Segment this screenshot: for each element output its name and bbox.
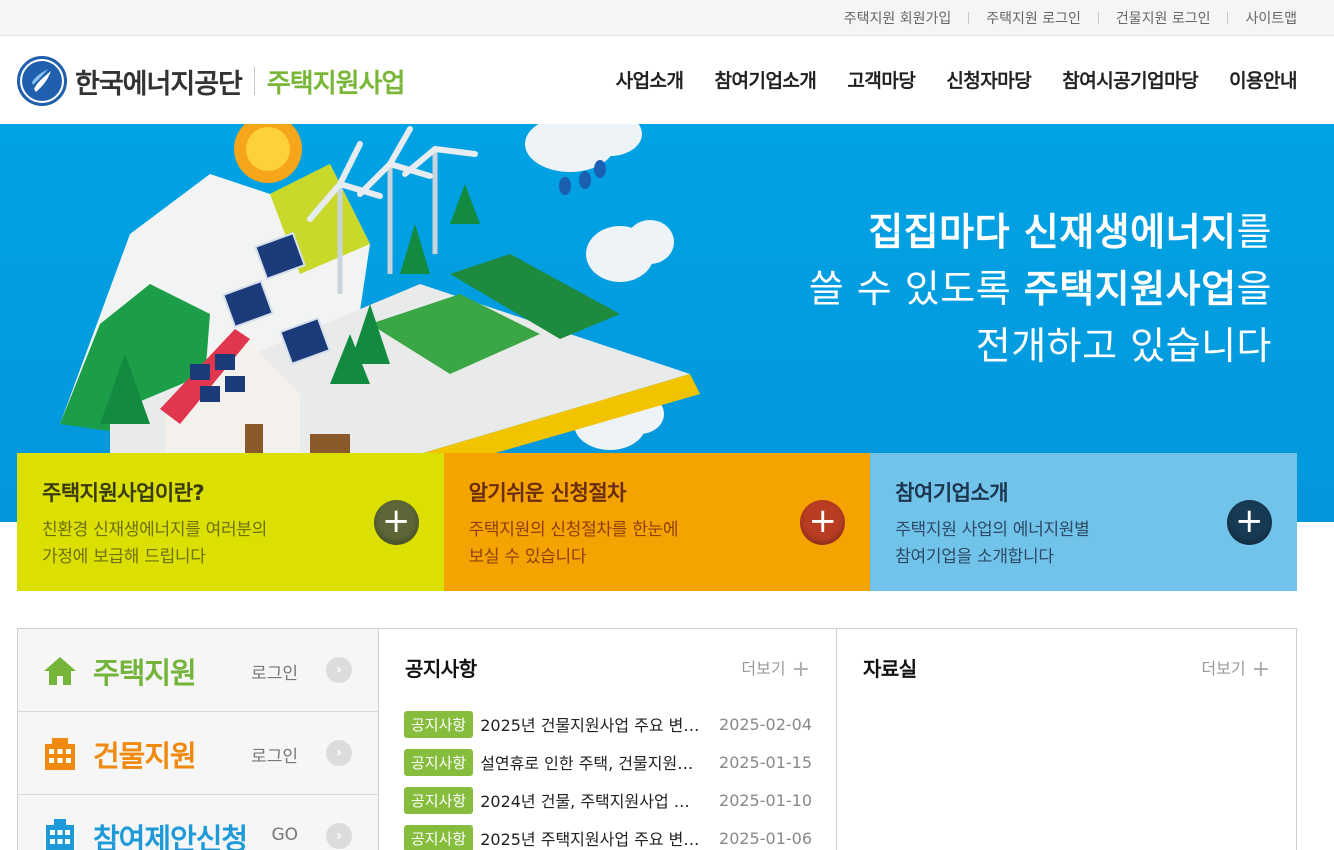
quick-box-program-intro[interactable]: 주택지원사업이란? 친환경 신재생에너지를 여러분의가정에 보급해 드립니다 + (17, 453, 444, 591)
hero-line-2-bold: 주택지원사업 (1023, 267, 1237, 311)
notice-badge: 공지사항 (404, 710, 474, 738)
plus-icon[interactable]: + (1226, 500, 1272, 545)
quick-box-title: 참여기업소개 (895, 481, 1009, 505)
logo-org-name: 한국에너지공단 (75, 68, 243, 100)
util-link-building-login[interactable]: 건물지원 로그인 (1081, 8, 1211, 28)
arrow-right-icon[interactable]: › (326, 823, 352, 849)
notice-badge: 공지사항 (404, 786, 474, 814)
shortcut-house-support[interactable]: 주택지원 로그인 › (18, 629, 378, 712)
archive-more-link[interactable]: 더보기 + (1201, 655, 1270, 682)
plus-icon[interactable]: + (373, 500, 419, 545)
hero-line-2-pre: 쓸 수 있도록 (808, 267, 1024, 311)
notice-board: 공지사항 더보기 + 공지사항 2025년 건물지원사업 주요 변경사항 2025… (379, 629, 837, 850)
list-item[interactable]: 공지사항 2025년 주택지원사업 주요 변경사항 2025-01-06 (404, 819, 812, 850)
list-item[interactable]: 공지사항 2024년 건물, 주택지원사업 안내 2025-01-10 (404, 781, 812, 819)
notice-title: 공지사항 (405, 657, 477, 681)
shortcut-participation-proposal[interactable]: 참여제안신청 GO › (18, 795, 378, 850)
notice-list: 공지사항 2025년 건물지원사업 주요 변경사항 2025-02-04 공지사… (404, 705, 812, 850)
archive-title: 자료실 (863, 657, 917, 681)
main-nav: 사업소개 참여기업소개 고객마당 신청자마당 참여시공기업마당 이용안내 (585, 66, 1298, 93)
notice-item-date: 2025-01-06 (719, 828, 812, 848)
login-shortcuts: 주택지원 로그인 › 건물지원 로그인 › 참여제안신청 GO › (18, 629, 379, 850)
archive-board: 자료실 더보기 + (837, 629, 1296, 850)
quick-box-desc-line-2: 참여기업을 소개합니다 (895, 547, 1054, 567)
shortcut-action[interactable]: 로그인 (251, 659, 298, 684)
shortcut-title: 건물지원 (93, 739, 197, 773)
hero-headline: 집집마다 신재생에너지를 쓸 수 있도록 주택지원사업을 전개하고 있습니다 (809, 204, 1272, 375)
utility-links: 주택지원 회원가입 주택지원 로그인 건물지원 로그인 사이트맵 (844, 0, 1297, 36)
hero-line-3: 전개하고 있습니다 (975, 324, 1272, 368)
quick-box-desc-line-1: 주택지원 사업의 에너지원별 (895, 520, 1090, 540)
logo-program-name: 주택지원사업 (266, 68, 406, 99)
quick-links: 주택지원사업이란? 친환경 신재생에너지를 여러분의가정에 보급해 드립니다 +… (17, 453, 1297, 591)
notice-item-date: 2025-01-10 (719, 790, 812, 810)
bottom-section: 주택지원 로그인 › 건물지원 로그인 › 참여제안신청 GO › 공지사항 더… (17, 628, 1297, 850)
arrow-right-icon[interactable]: › (326, 740, 352, 766)
notice-badge: 공지사항 (404, 824, 474, 850)
nav-item-customer[interactable]: 고객마당 (847, 66, 915, 93)
notice-item-title[interactable]: 설연휴로 인한 주택, 건물지원사업 안내 (480, 750, 702, 774)
plus-icon[interactable]: + (800, 500, 846, 545)
utility-bar: 주택지원 회원가입 주택지원 로그인 건물지원 로그인 사이트맵 (0, 0, 1334, 36)
shortcut-action[interactable]: 로그인 (251, 742, 298, 767)
notice-more-link[interactable]: 더보기 + (741, 655, 810, 682)
util-link-house-signup[interactable]: 주택지원 회원가입 (844, 8, 952, 28)
renewable-energy-illustration (60, 124, 700, 454)
quick-box-desc: 친환경 신재생에너지를 여러분의가정에 보급해 드립니다 (42, 517, 419, 571)
shortcut-title: 주택지원 (93, 656, 197, 690)
nav-item-business[interactable]: 사업소개 (616, 66, 684, 93)
nav-item-guide[interactable]: 이용안내 (1229, 66, 1297, 93)
util-link-sitemap[interactable]: 사이트맵 (1210, 8, 1297, 28)
hero-line-2: 쓸 수 있도록 주택지원사업을 (809, 261, 1272, 318)
logo-divider (253, 67, 255, 95)
notice-more-label: 더보기 (741, 659, 786, 678)
util-link-house-login[interactable]: 주택지원 로그인 (951, 8, 1081, 28)
shortcut-title: 참여제안신청 (93, 822, 248, 850)
quick-box-desc-line-2: 보실 수 있습니다 (468, 547, 587, 567)
quick-box-desc: 주택지원의 신청절차를 한눈에보실 수 있습니다 (469, 517, 846, 571)
notice-item-date: 2025-01-15 (719, 752, 812, 772)
nav-item-companies[interactable]: 참여기업소개 (715, 66, 817, 93)
archive-more-label: 더보기 (1201, 659, 1246, 678)
site-logo[interactable]: 한국에너지공단 주택지원사업 (17, 55, 406, 107)
quick-box-desc-line-2: 가정에 보급해 드립니다 (42, 547, 206, 567)
quick-box-desc-line-1: 친환경 신재생에너지를 여러분의 (42, 520, 267, 540)
nav-item-contractor[interactable]: 참여시공기업마당 (1062, 66, 1198, 93)
quick-box-desc-line-1: 주택지원의 신청절차를 한눈에 (468, 520, 679, 540)
quick-box-participating-companies[interactable]: 참여기업소개 주택지원 사업의 에너지원별참여기업을 소개합니다 + (870, 453, 1297, 591)
nav-item-applicant[interactable]: 신청자마당 (946, 66, 1031, 93)
notice-badge: 공지사항 (404, 748, 474, 776)
hero-line-2-rest: 을 (1236, 267, 1272, 311)
plus-icon: + (1251, 657, 1270, 682)
list-item[interactable]: 공지사항 설연휴로 인한 주택, 건물지원사업 안내 2025-01-15 (404, 743, 812, 781)
shortcut-building-support[interactable]: 건물지원 로그인 › (18, 712, 378, 795)
shortcut-action[interactable]: GO (271, 825, 298, 845)
office-building-icon (46, 819, 74, 850)
plus-icon: + (791, 657, 810, 682)
quick-box-desc: 주택지원 사업의 에너지원별참여기업을 소개합니다 (895, 517, 1272, 571)
notice-item-title[interactable]: 2024년 건물, 주택지원사업 안내 (480, 788, 702, 812)
notice-item-date: 2025-02-04 (719, 714, 812, 734)
quick-box-title: 알기쉬운 신청절차 (468, 481, 627, 505)
notice-item-title[interactable]: 2025년 건물지원사업 주요 변경사항 (480, 712, 702, 736)
site-header: 한국에너지공단 주택지원사업 사업소개 참여기업소개 고객마당 신청자마당 참여… (0, 36, 1334, 124)
house-icon (44, 657, 76, 685)
hero-line-1: 집집마다 신재생에너지를 (809, 204, 1272, 261)
notice-item-title[interactable]: 2025년 주택지원사업 주요 변경사항 (480, 826, 702, 850)
list-item[interactable]: 공지사항 2025년 건물지원사업 주요 변경사항 2025-02-04 (404, 705, 812, 743)
hero-line-1-bold: 집집마다 신재생에너지 (868, 210, 1237, 254)
kea-logo-icon (17, 56, 67, 106)
quick-box-application-procedure[interactable]: 알기쉬운 신청절차 주택지원의 신청절차를 한눈에보실 수 있습니다 + (443, 453, 871, 591)
quick-box-title: 주택지원사업이란? (42, 481, 205, 505)
arrow-right-icon[interactable]: › (326, 657, 352, 683)
hero-line-1-rest: 를 (1236, 210, 1272, 254)
building-icon (45, 738, 75, 770)
